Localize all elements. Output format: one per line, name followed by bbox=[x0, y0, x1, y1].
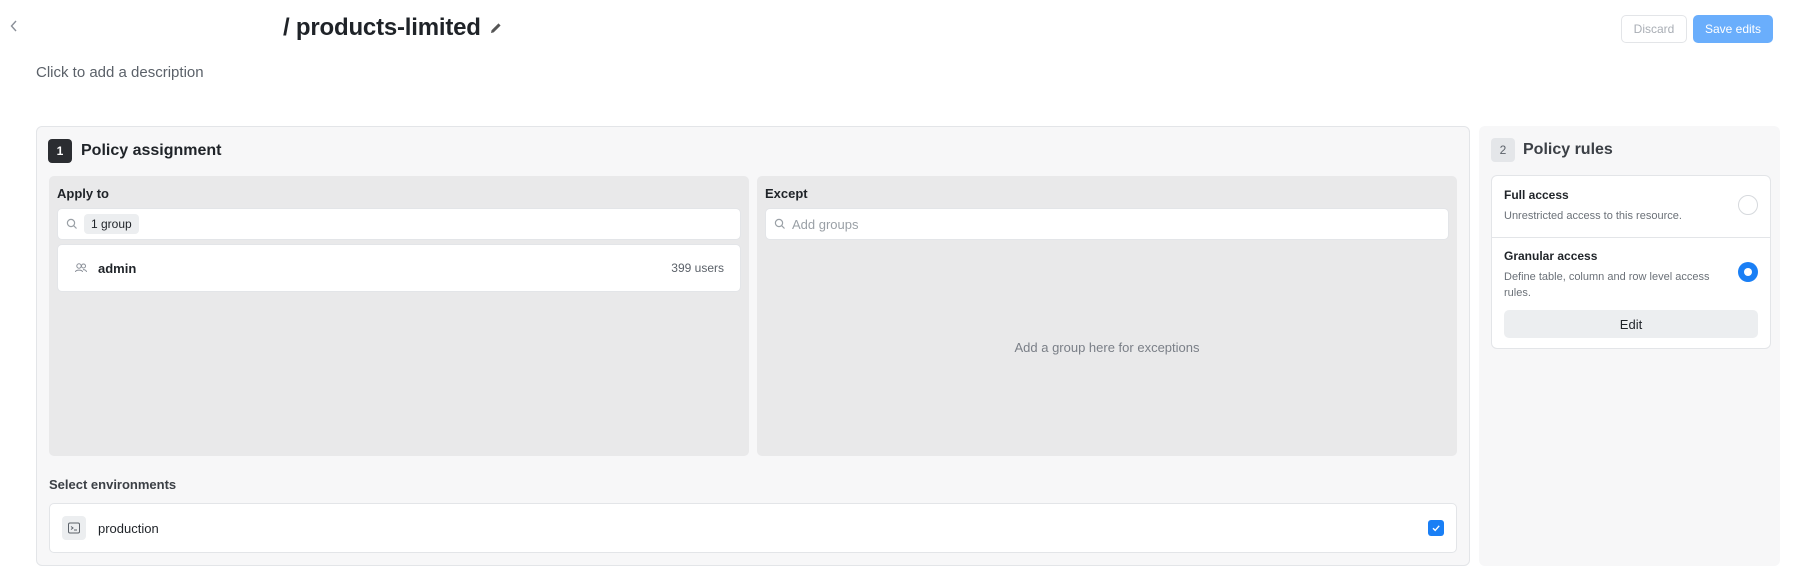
page-title-group: / products-limited bbox=[283, 14, 503, 42]
page-title[interactable]: / products-limited bbox=[283, 14, 481, 42]
environments-label: Select environments bbox=[49, 477, 177, 492]
except-search[interactable] bbox=[765, 208, 1449, 240]
group-row[interactable]: admin 399 users bbox=[57, 244, 741, 292]
except-empty-message: Add a group here for exceptions bbox=[1014, 340, 1200, 355]
search-icon bbox=[774, 218, 786, 230]
option-description: Unrestricted access to this resource. bbox=[1504, 210, 1682, 222]
discard-button[interactable]: Discard bbox=[1621, 15, 1687, 43]
group-user-count: 399 users bbox=[671, 261, 724, 275]
environment-name: production bbox=[98, 520, 159, 536]
users-icon bbox=[74, 261, 88, 275]
edit-rules-button[interactable]: Edit bbox=[1504, 310, 1758, 338]
group-count-chip[interactable]: 1 group bbox=[84, 214, 139, 234]
card-title: Policy assignment bbox=[81, 142, 222, 159]
save-edits-button[interactable]: Save edits bbox=[1693, 15, 1773, 43]
environment-row[interactable]: production bbox=[49, 503, 1457, 553]
environment-checkbox[interactable] bbox=[1428, 520, 1444, 536]
check-icon bbox=[1432, 525, 1440, 532]
description-placeholder[interactable]: Click to add a description bbox=[36, 64, 204, 81]
divider bbox=[1492, 237, 1770, 238]
search-icon bbox=[66, 218, 78, 230]
option-description: Define table, column and row level acces… bbox=[1504, 271, 1710, 299]
step-badge: 1 bbox=[48, 139, 72, 163]
option-title: Full access bbox=[1504, 188, 1569, 202]
granular-access-radio[interactable] bbox=[1738, 262, 1758, 282]
full-access-radio[interactable] bbox=[1738, 195, 1758, 215]
pencil-icon[interactable] bbox=[489, 21, 503, 35]
add-groups-input[interactable] bbox=[792, 216, 1392, 232]
back-button[interactable] bbox=[6, 17, 22, 39]
terminal-icon bbox=[62, 516, 86, 540]
except-label: Except bbox=[765, 186, 808, 201]
chevron-left-icon bbox=[10, 20, 17, 32]
apply-to-label: Apply to bbox=[57, 186, 109, 201]
card-title: Policy rules bbox=[1523, 141, 1613, 158]
group-name: admin bbox=[98, 260, 137, 276]
option-title: Granular access bbox=[1504, 249, 1598, 263]
apply-to-search[interactable]: 1 group bbox=[57, 208, 741, 240]
granular-access-option[interactable]: Granular access Define table, column and… bbox=[1492, 249, 1770, 301]
policy-assignment-card: 1 Policy assignment Apply to 1 group adm… bbox=[36, 126, 1470, 566]
step-badge: 2 bbox=[1491, 138, 1515, 162]
access-options: Full access Unrestricted access to this … bbox=[1491, 175, 1771, 349]
apply-to-pane: Apply to 1 group admin 399 users bbox=[49, 176, 749, 456]
full-access-option[interactable]: Full access Unrestricted access to this … bbox=[1492, 188, 1770, 236]
except-pane: Except Add a group here for exceptions bbox=[757, 176, 1457, 456]
policy-rules-card: 2 Policy rules Full access Unrestricted … bbox=[1479, 126, 1780, 566]
